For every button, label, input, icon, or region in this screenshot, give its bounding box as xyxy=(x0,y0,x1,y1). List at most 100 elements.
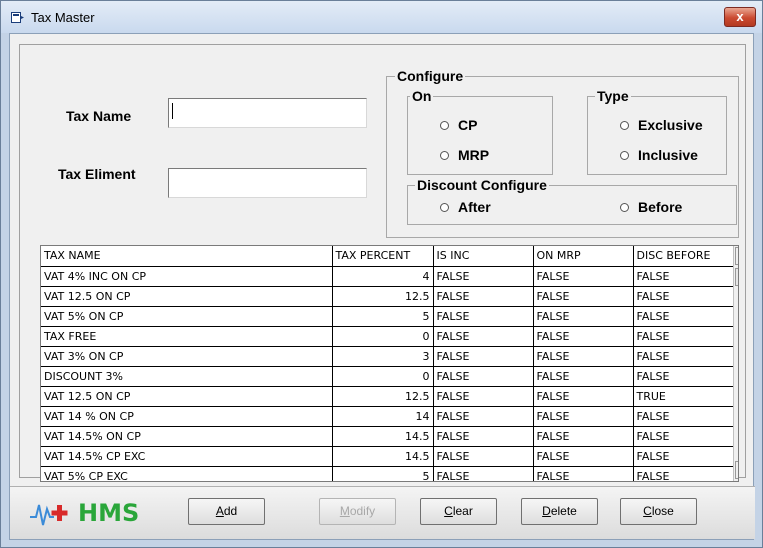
cell-tax-name[interactable]: VAT 12.5 ON CP xyxy=(41,386,333,407)
cell-tax-percent[interactable]: 5 xyxy=(332,306,434,327)
table-row[interactable]: VAT 12.5 ON CP 12.5 FALSE FALSE TRUE xyxy=(41,386,734,407)
table-row[interactable]: VAT 14 % ON CP 14 FALSE FALSE FALSE xyxy=(41,406,734,427)
modify-mnemonic: M xyxy=(339,504,350,518)
column-header-tax-percent[interactable]: TAX PERCENT xyxy=(332,246,434,267)
clear-button[interactable]: Clear xyxy=(420,498,497,525)
cell-is-inc[interactable]: FALSE xyxy=(433,426,534,447)
cell-tax-name[interactable]: VAT 14 % ON CP xyxy=(41,406,333,427)
cell-disc-before[interactable]: FALSE xyxy=(633,346,734,367)
radio-before[interactable]: Before xyxy=(620,198,682,216)
cell-on-mrp[interactable]: FALSE xyxy=(533,446,634,467)
radio-inclusive-label: Inclusive xyxy=(638,147,698,163)
scroll-down-icon[interactable]: ▼ xyxy=(735,461,738,479)
radio-circle-icon xyxy=(440,120,449,130)
cell-disc-before[interactable]: FALSE xyxy=(633,406,734,427)
cell-tax-percent[interactable]: 12.5 xyxy=(332,286,434,307)
cell-on-mrp[interactable]: FALSE xyxy=(533,386,634,407)
cell-tax-name[interactable]: VAT 4% INC ON CP xyxy=(41,266,333,287)
cell-tax-name[interactable]: DISCOUNT 3% xyxy=(41,366,333,387)
add-button[interactable]: Add xyxy=(188,498,265,525)
cell-on-mrp[interactable]: FALSE xyxy=(533,306,634,327)
cell-on-mrp[interactable]: FALSE xyxy=(533,326,634,347)
cell-on-mrp[interactable]: FALSE xyxy=(533,346,634,367)
radio-after-label: After xyxy=(458,199,491,215)
radio-inclusive[interactable]: Inclusive xyxy=(620,146,698,164)
radio-exclusive[interactable]: Exclusive xyxy=(620,116,703,134)
radio-after[interactable]: After xyxy=(440,198,491,216)
cell-tax-name[interactable]: VAT 5% ON CP xyxy=(41,306,333,327)
cell-disc-before[interactable]: FALSE xyxy=(633,286,734,307)
table-row[interactable]: VAT 14.5% CP EXC 14.5 FALSE FALSE FALSE xyxy=(41,446,734,467)
cell-tax-name[interactable]: VAT 5% CP EXC xyxy=(41,466,333,481)
tax-grid[interactable]: TAX NAME TAX PERCENT IS INC ON MRP DISC … xyxy=(40,245,739,482)
cell-is-inc[interactable]: FALSE xyxy=(433,306,534,327)
cell-on-mrp[interactable]: FALSE xyxy=(533,406,634,427)
vertical-scrollbar[interactable]: ▲ ▼ xyxy=(733,246,738,481)
cell-disc-before[interactable]: FALSE xyxy=(633,446,734,467)
cell-tax-percent[interactable]: 14.5 xyxy=(332,446,434,467)
on-legend: On xyxy=(410,88,434,104)
cell-disc-before[interactable]: FALSE xyxy=(633,306,734,327)
cell-disc-before[interactable]: FALSE xyxy=(633,326,734,347)
table-row[interactable]: DISCOUNT 3% 0 FALSE FALSE FALSE xyxy=(41,366,734,387)
cell-tax-percent[interactable]: 12.5 xyxy=(332,386,434,407)
cell-tax-percent[interactable]: 3 xyxy=(332,346,434,367)
table-row[interactable]: VAT 5% ON CP 5 FALSE FALSE FALSE xyxy=(41,306,734,327)
column-header-tax-name[interactable]: TAX NAME xyxy=(41,246,333,267)
cell-tax-name[interactable]: VAT 14.5% ON CP xyxy=(41,426,333,447)
cell-disc-before[interactable]: FALSE xyxy=(633,466,734,481)
cell-tax-name[interactable]: VAT 12.5 ON CP xyxy=(41,286,333,307)
column-header-is-inc[interactable]: IS INC xyxy=(433,246,534,267)
cell-is-inc[interactable]: FALSE xyxy=(433,466,534,481)
modify-button[interactable]: Modify xyxy=(319,498,396,525)
delete-button[interactable]: Delete xyxy=(521,498,598,525)
cell-tax-name[interactable]: VAT 14.5% CP EXC xyxy=(41,446,333,467)
close-button[interactable]: Close xyxy=(620,498,697,525)
tax-name-input[interactable] xyxy=(168,98,367,128)
column-header-disc-before[interactable]: DISC BEFORE xyxy=(633,246,734,267)
cell-is-inc[interactable]: FALSE xyxy=(433,406,534,427)
cell-is-inc[interactable]: FALSE xyxy=(433,346,534,367)
cell-tax-percent[interactable]: 0 xyxy=(332,366,434,387)
table-row[interactable]: VAT 3% ON CP 3 FALSE FALSE FALSE xyxy=(41,346,734,367)
cell-on-mrp[interactable]: FALSE xyxy=(533,286,634,307)
close-window-button[interactable]: x xyxy=(724,7,756,27)
title-bar[interactable]: Tax Master x xyxy=(1,1,762,33)
cell-tax-percent[interactable]: 5 xyxy=(332,466,434,481)
cell-tax-name[interactable]: VAT 3% ON CP xyxy=(41,346,333,367)
cell-on-mrp[interactable]: FALSE xyxy=(533,466,634,481)
table-row[interactable]: VAT 4% INC ON CP 4 FALSE FALSE FALSE xyxy=(41,266,734,287)
scroll-up-icon[interactable]: ▲ xyxy=(735,247,738,265)
radio-mrp[interactable]: MRP xyxy=(440,146,489,164)
cell-tax-percent[interactable]: 0 xyxy=(332,326,434,347)
tax-eliment-input[interactable] xyxy=(168,168,367,198)
cell-is-inc[interactable]: FALSE xyxy=(433,286,534,307)
cell-disc-before[interactable]: FALSE xyxy=(633,266,734,287)
table-row[interactable]: TAX FREE 0 FALSE FALSE FALSE xyxy=(41,326,734,347)
cell-on-mrp[interactable]: FALSE xyxy=(533,426,634,447)
cell-is-inc[interactable]: FALSE xyxy=(433,366,534,387)
cell-disc-before[interactable]: FALSE xyxy=(633,426,734,447)
cell-is-inc[interactable]: FALSE xyxy=(433,326,534,347)
cell-is-inc[interactable]: FALSE xyxy=(433,266,534,287)
cell-on-mrp[interactable]: FALSE xyxy=(533,366,634,387)
column-header-on-mrp[interactable]: ON MRP xyxy=(533,246,634,267)
cell-disc-before[interactable]: FALSE xyxy=(633,366,734,387)
cell-tax-percent[interactable]: 4 xyxy=(332,266,434,287)
cell-is-inc[interactable]: FALSE xyxy=(433,386,534,407)
hms-logo: HMS xyxy=(28,497,158,531)
cell-tax-percent[interactable]: 14.5 xyxy=(332,426,434,447)
table-row[interactable]: VAT 12.5 ON CP 12.5 FALSE FALSE FALSE xyxy=(41,286,734,307)
radio-cp-label: CP xyxy=(458,117,478,133)
cell-tax-name[interactable]: TAX FREE xyxy=(41,326,333,347)
scroll-thumb[interactable] xyxy=(735,268,738,286)
cell-on-mrp[interactable]: FALSE xyxy=(533,266,634,287)
table-row[interactable]: VAT 5% CP EXC 5 FALSE FALSE FALSE xyxy=(41,466,734,481)
cell-is-inc[interactable]: FALSE xyxy=(433,446,534,467)
cell-disc-before[interactable]: TRUE xyxy=(633,386,734,407)
radio-cp[interactable]: CP xyxy=(440,116,477,134)
tax-eliment-label: Tax Eliment xyxy=(58,166,136,182)
table-row[interactable]: VAT 14.5% ON CP 14.5 FALSE FALSE FALSE xyxy=(41,426,734,447)
client-area: Tax Name Tax Eliment Configure On CP MRP… xyxy=(9,33,755,540)
cell-tax-percent[interactable]: 14 xyxy=(332,406,434,427)
